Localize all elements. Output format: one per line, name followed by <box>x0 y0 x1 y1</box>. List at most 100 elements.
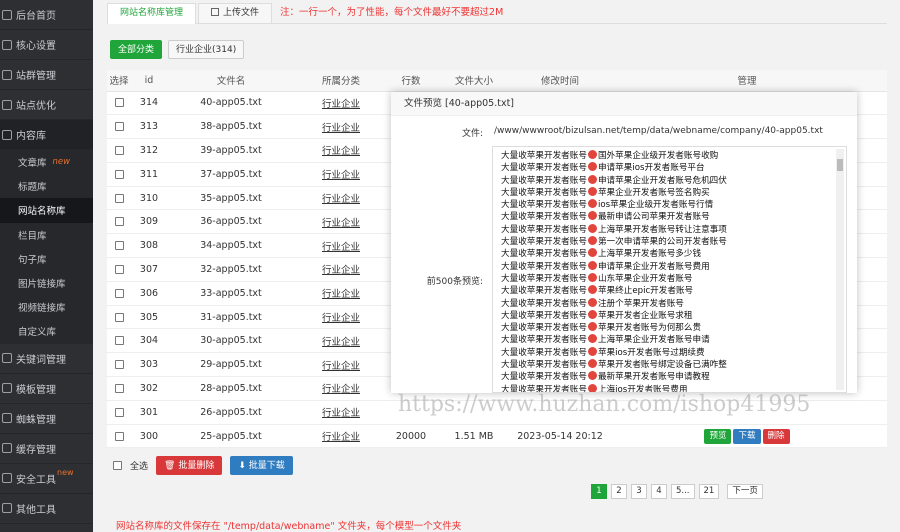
sidebar-subitem[interactable]: 句子库 <box>0 246 93 271</box>
key-icon <box>2 353 12 363</box>
filter-all-button[interactable]: 全部分类 <box>110 40 163 59</box>
bulk-download-button[interactable]: ⬇ 批量下载 <box>230 456 293 475</box>
pagination: 1 2 3 4 5... 21 下一页 <box>591 484 763 499</box>
sidebar-subitem[interactable]: 网站名称库 <box>0 198 93 223</box>
row-checkbox[interactable] <box>114 169 124 179</box>
page-link[interactable]: 1 <box>591 484 607 499</box>
row-category-text[interactable]: 行业企业 <box>322 384 360 395</box>
row-checkbox[interactable] <box>114 383 124 393</box>
row-checkbox[interactable] <box>114 264 124 274</box>
page-link[interactable]: 4 <box>651 484 667 499</box>
spider-icon <box>2 413 12 423</box>
row-checkbox[interactable] <box>114 312 124 322</box>
row-checkbox[interactable] <box>114 360 124 370</box>
row-category-text[interactable]: 行业企业 <box>322 408 360 419</box>
row-category-text[interactable]: 行业企业 <box>322 99 360 110</box>
row-checkbox[interactable] <box>114 336 124 346</box>
tab-webname-manage[interactable]: 网站名称库管理 <box>107 3 197 24</box>
preview-textarea[interactable]: 大量收苹果开发者账号 国外苹果企业级开发者账号收购 大量收苹果开发者账号 申请苹果io… <box>492 146 847 393</box>
row-id: 302 <box>131 376 167 401</box>
row-select-cell <box>107 305 131 330</box>
sidebar-item-key[interactable]: 关键词管理 <box>0 344 93 374</box>
preview-line: 大量收苹果开发者账号 第一次申请苹果的公司开发者账号 <box>501 236 846 248</box>
cache-icon <box>2 443 12 453</box>
page-link[interactable]: 21 <box>698 484 720 499</box>
filter-industry-button[interactable]: 行业企业(314) <box>168 40 245 59</box>
sidebar-subitem[interactable]: 视频链接库 <box>0 295 93 320</box>
row-id-text: 308 <box>139 240 159 252</box>
row-id-text: 304 <box>139 335 159 347</box>
scroll-thumb[interactable] <box>837 159 843 171</box>
sidebar-item-tools[interactable]: 其他工具 <box>0 494 93 524</box>
row-checkbox[interactable] <box>114 217 124 227</box>
row-checkbox[interactable] <box>114 407 124 417</box>
preview-line: 大量收苹果开发者账号 苹果ios开发者账号过期续费 <box>501 346 846 359</box>
row-category-text[interactable]: 行业企业 <box>322 313 360 324</box>
row-mtime-text: 2023-05-14 20:12 <box>517 430 603 442</box>
delete-button[interactable]: 删除 <box>762 428 790 444</box>
sidebar-subitem[interactable]: 标题库 <box>0 174 93 199</box>
sidebar-subitem-label: 网站名称库 <box>18 206 66 218</box>
column-header: 管理 <box>607 70 887 92</box>
row-checkbox[interactable] <box>114 288 124 298</box>
preview-line-part: 苹果开发者账号为何那么贵 <box>597 323 702 334</box>
row-filename-text: 32-app05.txt <box>200 263 262 275</box>
page-link[interactable]: 2 <box>611 484 627 499</box>
row-select-cell <box>107 257 131 282</box>
row-checkbox[interactable] <box>114 122 124 132</box>
row-category: 行业企业 <box>295 352 387 378</box>
optimize-icon <box>2 99 12 110</box>
row-category-text[interactable]: 行业企业 <box>322 337 360 348</box>
sidebar-item-optimize[interactable]: 站点优化 <box>0 90 93 120</box>
preview-scrollbar[interactable] <box>836 149 844 390</box>
sidebar-subitem[interactable]: 自定义库 <box>0 319 93 344</box>
row-category-text[interactable]: 行业企业 <box>322 361 360 372</box>
sidebar-item-home[interactable]: 后台首页 <box>0 0 93 30</box>
preview-line-part: 注册个苹果开发者账号 <box>597 298 684 309</box>
row-checkbox[interactable] <box>114 193 124 203</box>
sidebar-item-cache[interactable]: 缓存管理 <box>0 434 93 464</box>
row-category-text[interactable]: 行业企业 <box>322 194 360 205</box>
sidebar-item-gear[interactable]: 核心设置 <box>0 30 93 60</box>
sidebar-subitem[interactable]: 文章库 new <box>0 150 93 175</box>
column-header: id <box>131 70 167 92</box>
page-link[interactable]: 3 <box>631 484 647 499</box>
next-page-button[interactable]: 下一页 <box>727 484 763 499</box>
sidebar-item-sites[interactable]: 站群管理 <box>0 60 93 90</box>
sidebar-subitem-label: 自定义库 <box>18 327 57 339</box>
row-category-text[interactable]: 行业企业 <box>322 218 360 229</box>
template-icon <box>2 383 12 393</box>
tab-upload[interactable]: 上传文件 <box>198 3 273 23</box>
dialog-title: 文件预览 [40-app05.txt] <box>391 92 857 116</box>
sidebar-item-library[interactable]: 内容库 <box>0 120 93 150</box>
home-icon <box>2 9 12 20</box>
bulk-delete-button[interactable]: 🗑 批量删除 <box>156 456 223 475</box>
sidebar-item-shield[interactable]: 安全工具 new <box>0 464 93 494</box>
sidebar-subitem[interactable]: 图片链接库 <box>0 270 93 296</box>
row-category-text[interactable]: 行业企业 <box>322 146 360 157</box>
row-checkbox[interactable] <box>114 98 124 108</box>
page-link[interactable]: 5... <box>671 484 695 499</box>
sidebar-item-template[interactable]: 模板管理 <box>0 374 93 404</box>
download-button[interactable]: 下载 <box>733 428 761 444</box>
sidebar-subitem[interactable]: 栏目库 <box>0 222 93 247</box>
row-category-text[interactable]: 行业企业 <box>322 170 360 181</box>
preview-line-part: 大量收苹果开发者账号 <box>501 323 587 334</box>
row-category-text[interactable]: 行业企业 <box>322 265 360 276</box>
sidebar-item-spider[interactable]: 蜘蛛管理 <box>0 404 93 434</box>
separator-dot-icon <box>587 248 597 258</box>
select-all-checkbox[interactable] <box>113 461 122 470</box>
row-select-cell <box>107 424 131 449</box>
row-checkbox[interactable] <box>114 241 124 251</box>
row-category-text[interactable]: 行业企业 <box>322 432 360 443</box>
row-category-text[interactable]: 行业企业 <box>322 242 360 253</box>
row-select-cell <box>107 328 131 354</box>
row-checkbox[interactable] <box>114 145 124 155</box>
row-category-text[interactable]: 行业企业 <box>322 289 360 300</box>
preview-button[interactable]: 预览 <box>704 428 732 444</box>
row-id-text: 310 <box>139 192 159 204</box>
table-row: 300 25-app05.txt 行业企业 20000 1.51 MB 2023-05-1… <box>107 424 887 449</box>
row-size-text: 1.51 MB <box>454 430 494 442</box>
row-checkbox[interactable] <box>114 431 124 441</box>
row-category-text[interactable]: 行业企业 <box>322 123 360 134</box>
